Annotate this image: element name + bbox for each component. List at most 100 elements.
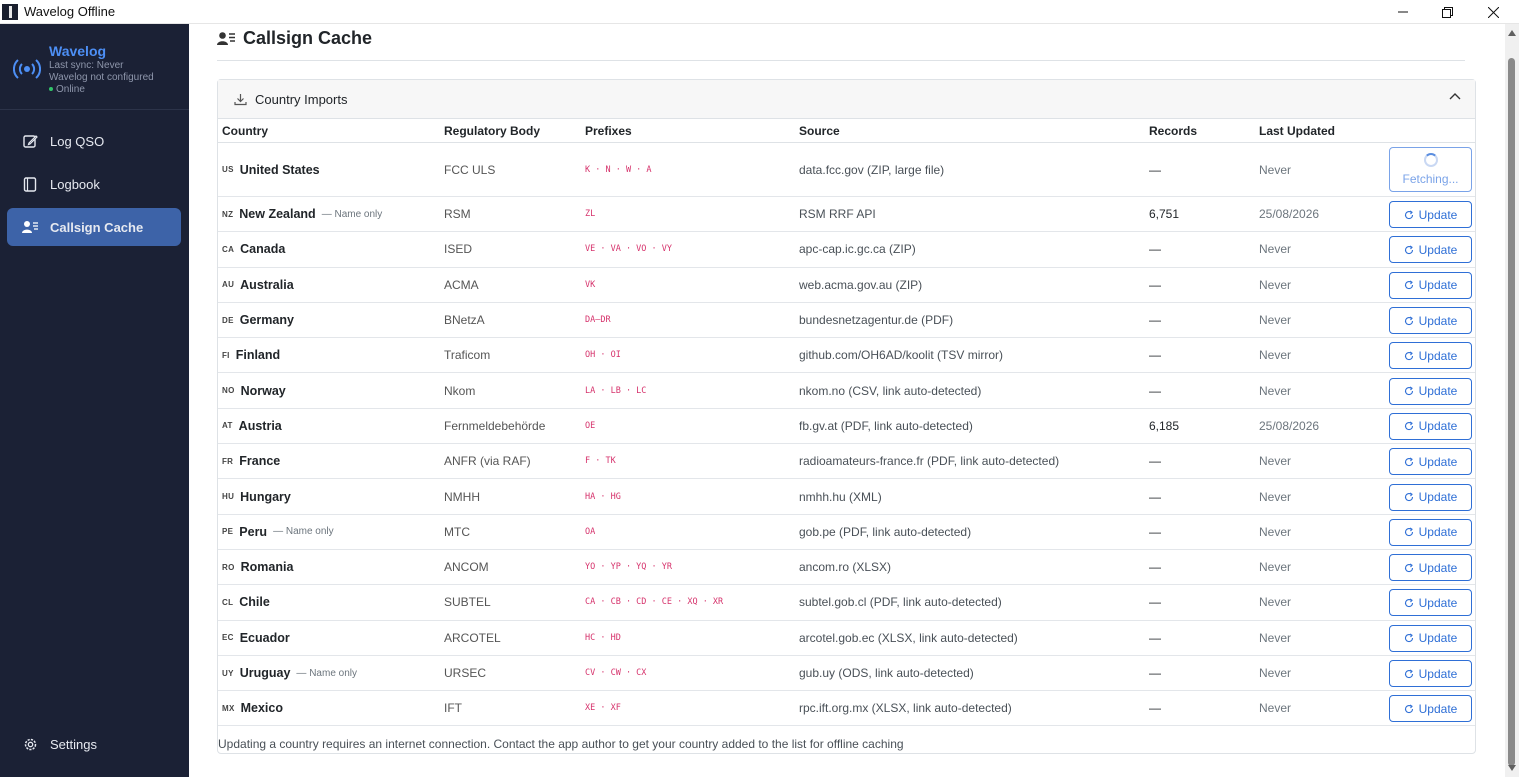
table-row: AT Austria Fernmeldebehörde OE fb.gv.at (PDF… xyxy=(218,409,1475,445)
last-updated-cell: Never xyxy=(1259,348,1292,363)
country-cell: UY Uruguay — Name only xyxy=(222,656,357,690)
sidebar-item-callsign-cache[interactable]: Callsign Cache xyxy=(7,208,181,246)
restore-icon[interactable] xyxy=(1424,0,1470,24)
prefixes-cell: OA xyxy=(585,526,596,537)
fetching-label: Fetching... xyxy=(1402,172,1459,186)
scroll-down-icon[interactable] xyxy=(1508,765,1516,771)
last-updated-cell: Never xyxy=(1259,701,1292,716)
update-button[interactable]: Update xyxy=(1389,695,1472,723)
update-button[interactable]: Update xyxy=(1389,412,1472,440)
last-updated-cell: 25/08/2026 xyxy=(1259,418,1320,433)
column-header-regulator: Regulatory Body xyxy=(444,124,541,138)
regulator-cell: Traficom xyxy=(444,348,491,363)
records-cell: — xyxy=(1149,630,1161,645)
update-button[interactable]: Update xyxy=(1389,448,1472,476)
brand-name: Wavelog xyxy=(49,43,107,59)
prefixes-cell: HA · HG xyxy=(585,491,621,502)
update-label: Update xyxy=(1418,348,1458,363)
country-code: EC xyxy=(222,633,234,643)
records-cell: — xyxy=(1149,454,1161,469)
source-cell: fb.gv.at (PDF, link auto-detected) xyxy=(799,418,973,433)
country-imports-card: Country Imports Country Regulatory Body … xyxy=(217,79,1476,754)
sidebar-item-logbook[interactable]: Logbook xyxy=(7,165,181,203)
country-code: FR xyxy=(222,456,234,466)
records-cell: 6,185 xyxy=(1149,418,1180,433)
country-cell: CL Chile xyxy=(222,585,270,619)
source-cell: rpc.ift.org.mx (XLSX, link auto-detected… xyxy=(799,701,1012,716)
refresh-icon xyxy=(1404,351,1414,361)
window-titlebar: Wavelog Offline xyxy=(0,0,1519,24)
records-cell: — xyxy=(1149,383,1161,398)
sidebar: Wavelog Last sync: Never Wavelog not con… xyxy=(0,24,189,777)
country-name: Mexico xyxy=(240,701,283,716)
refresh-icon xyxy=(1404,527,1414,537)
country-cell: RO Romania xyxy=(222,550,293,584)
column-header-last-updated: Last Updated xyxy=(1259,124,1336,138)
country-name: Canada xyxy=(240,242,286,257)
scroll-up-icon[interactable] xyxy=(1508,30,1516,36)
refresh-icon xyxy=(1404,598,1414,608)
last-updated-cell: Never xyxy=(1259,277,1292,292)
regulator-cell: FCC ULS xyxy=(444,162,496,177)
update-button[interactable]: Update xyxy=(1389,589,1472,617)
last-updated-cell: Never xyxy=(1259,242,1292,257)
sidebar-item-label: Callsign Cache xyxy=(50,219,144,235)
regulator-cell: ANCOM xyxy=(444,560,489,575)
scrollbar-thumb[interactable] xyxy=(1508,58,1515,766)
country-name: Australia xyxy=(240,277,294,292)
update-button[interactable]: Update xyxy=(1389,483,1472,511)
chevron-up-icon[interactable] xyxy=(1449,92,1461,100)
card-header[interactable]: Country Imports xyxy=(218,80,1475,119)
table-row: FR France ANFR (via RAF) F · TK radioamateur… xyxy=(218,444,1475,480)
sidebar-item-settings[interactable]: Settings xyxy=(7,725,181,763)
country-cell: AU Australia xyxy=(222,268,294,302)
close-icon[interactable] xyxy=(1470,0,1516,24)
regulator-cell: RSM xyxy=(444,207,471,222)
page-scrollbar[interactable] xyxy=(1505,24,1519,777)
update-button[interactable]: Update xyxy=(1389,554,1472,582)
update-button[interactable]: Update xyxy=(1389,660,1472,688)
update-label: Update xyxy=(1418,560,1458,575)
prefixes-cell: ZL xyxy=(585,209,596,220)
update-button[interactable]: Update xyxy=(1389,201,1472,229)
country-code: AT xyxy=(222,421,233,431)
table-header: Country Regulatory Body Prefixes Source … xyxy=(218,119,1475,143)
last-updated-cell: Never xyxy=(1259,524,1292,539)
sidebar-item-log-qso[interactable]: Log QSO xyxy=(7,122,181,160)
update-button[interactable]: Update xyxy=(1389,271,1472,299)
table-row: PE Peru — Name only MTC OA gob.pe (PDF, link … xyxy=(218,515,1475,550)
source-cell: radioamateurs-france.fr (PDF, link auto-… xyxy=(799,454,1060,469)
update-label: Update xyxy=(1418,278,1458,293)
regulator-cell: BNetzA xyxy=(444,313,485,328)
country-name: Finland xyxy=(235,348,281,363)
last-updated-cell: 25/08/2026 xyxy=(1259,207,1320,222)
column-header-prefixes: Prefixes xyxy=(585,124,632,138)
source-cell: ancom.ro (XLSX) xyxy=(799,560,892,575)
prefixes-cell: CA · CB · CD · CE · XQ · XR xyxy=(585,597,724,608)
update-button[interactable]: Update xyxy=(1389,307,1472,335)
country-code: HU xyxy=(222,492,235,502)
country-note: — Name only xyxy=(273,526,334,538)
regulator-cell: ACMA xyxy=(444,277,479,292)
country-code: UY xyxy=(222,668,234,678)
country-name: New Zealand xyxy=(239,207,316,222)
update-button[interactable]: Update xyxy=(1389,518,1472,546)
regulator-cell: IFT xyxy=(444,701,462,716)
update-button[interactable]: Update xyxy=(1389,236,1472,264)
title-divider xyxy=(217,60,1465,61)
settings-label: Settings xyxy=(50,736,97,752)
minimize-icon[interactable] xyxy=(1380,0,1426,24)
update-button[interactable]: Update xyxy=(1389,342,1472,370)
sidebar-item-label: Log QSO xyxy=(50,133,105,149)
country-note: — Name only xyxy=(296,667,357,679)
fetching-button[interactable]: Fetching... xyxy=(1389,147,1472,192)
refresh-icon xyxy=(1404,492,1414,502)
table-row: AU Australia ACMA VK web.acma.gov.au (ZIP) — N… xyxy=(218,268,1475,303)
update-button[interactable]: Update xyxy=(1389,624,1472,652)
spinner-icon xyxy=(1423,153,1438,167)
source-cell: gub.uy (ODS, link auto-detected) xyxy=(799,666,974,681)
card-title: Country Imports xyxy=(255,91,348,107)
update-button[interactable]: Update xyxy=(1389,377,1472,405)
refresh-icon xyxy=(1404,704,1414,714)
country-cell: MX Mexico xyxy=(222,691,283,725)
